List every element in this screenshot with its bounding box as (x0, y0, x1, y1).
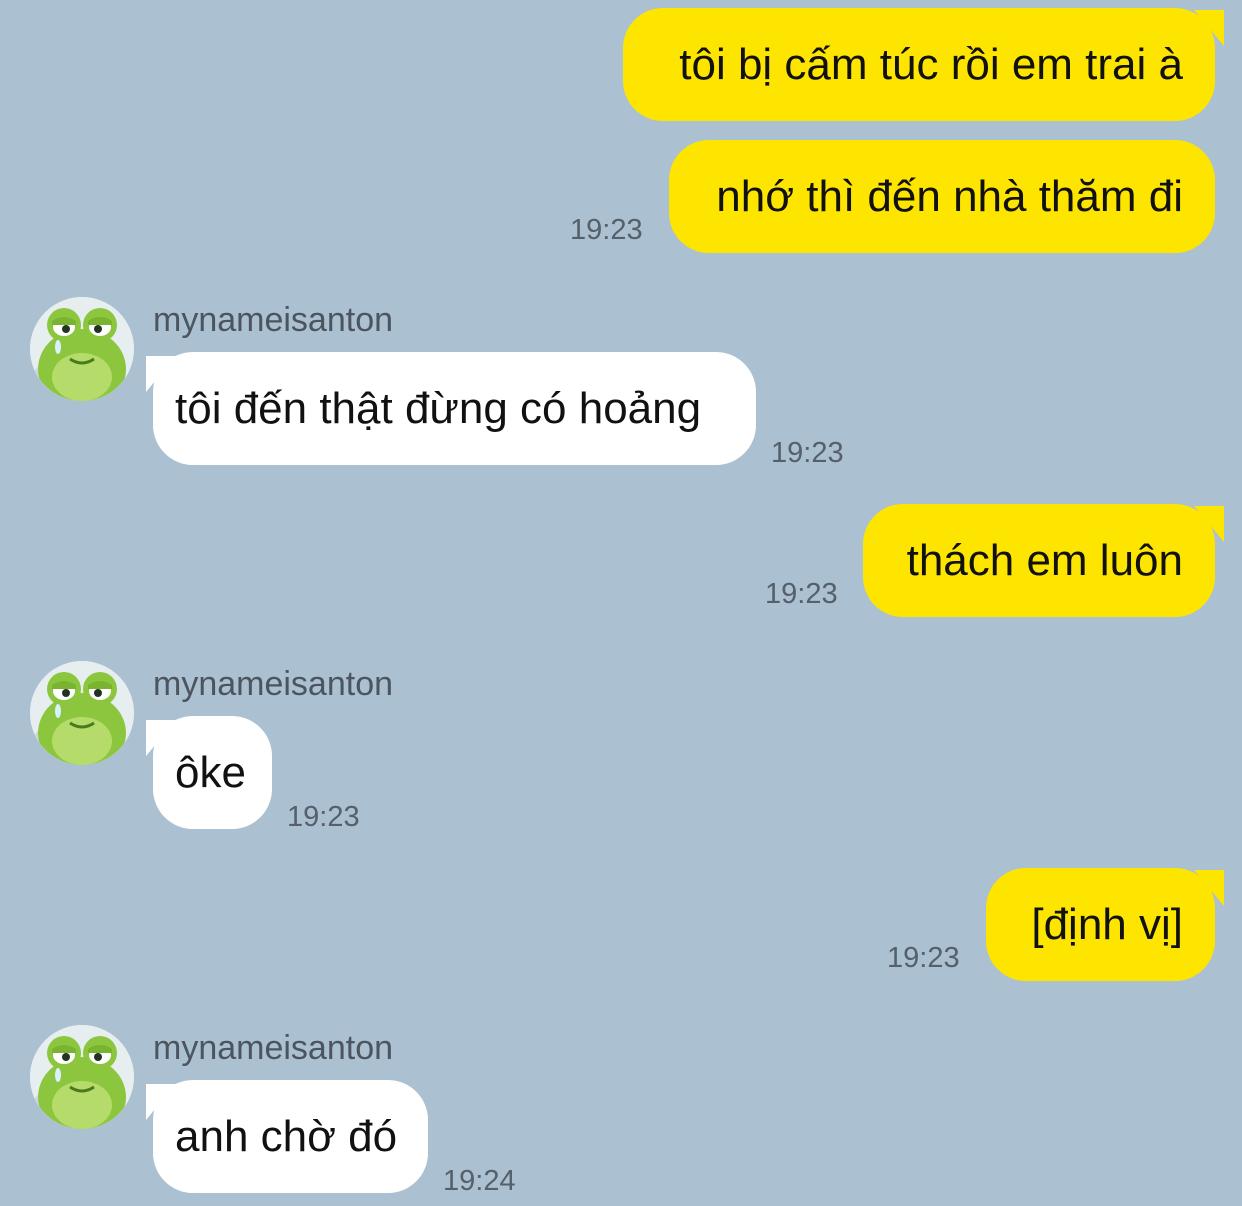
frog-avatar-icon[interactable] (30, 661, 134, 765)
message-bubble-incoming[interactable]: tôi đến thật đừng có hoảng (153, 352, 756, 465)
message-bubble-outgoing[interactable]: thách em luôn (863, 504, 1215, 617)
message-timestamp: 19:23 (287, 801, 360, 833)
message-bubble-incoming[interactable]: ôke (153, 716, 272, 829)
sender-name: mynameisanton (153, 665, 394, 703)
message-timestamp: 19:23 (765, 578, 838, 610)
message-bubble-outgoing[interactable]: [định vị] (986, 868, 1215, 981)
message-timestamp: 19:23 (771, 437, 844, 469)
message-bubble-incoming[interactable]: anh chờ đó (153, 1080, 428, 1193)
frog-avatar-icon[interactable] (30, 297, 134, 401)
sender-name: mynameisanton (153, 1029, 394, 1067)
chat-room[interactable]: tôi bị cấm túc rồi em trai à nhớ thì đến… (0, 0, 1242, 1206)
frog-avatar-icon[interactable] (30, 1025, 134, 1129)
message-timestamp: 19:23 (570, 214, 643, 246)
message-timestamp: 19:24 (443, 1165, 516, 1197)
sender-name: mynameisanton (153, 301, 394, 339)
message-timestamp: 19:23 (887, 942, 960, 974)
message-bubble-outgoing[interactable]: nhớ thì đến nhà thăm đi (669, 140, 1215, 253)
message-bubble-outgoing[interactable]: tôi bị cấm túc rồi em trai à (623, 8, 1215, 121)
